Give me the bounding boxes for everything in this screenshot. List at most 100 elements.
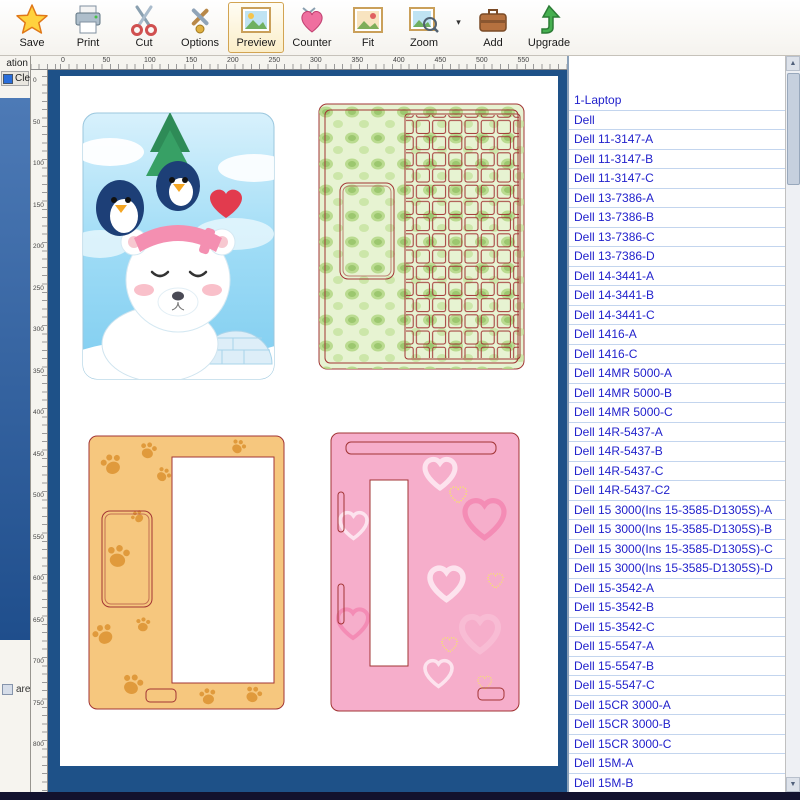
model-list-item[interactable]: Dell 15-3542-A <box>569 579 785 599</box>
model-list-item[interactable]: Dell 14R-5437-C <box>569 462 785 482</box>
model-list-item[interactable]: Dell <box>569 111 785 131</box>
vertical-ruler-label: 400 <box>31 409 47 451</box>
fit-label: Fit <box>362 37 374 50</box>
vertical-ruler-label: 450 <box>31 451 47 493</box>
taskbar-strip <box>0 792 800 800</box>
scissors-icon <box>127 3 161 37</box>
scroll-up-button[interactable]: ▲ <box>786 56 800 71</box>
counter-button[interactable]: Counter <box>284 2 340 53</box>
fit-button[interactable]: Fit <box>340 2 396 53</box>
model-list-item[interactable]: Dell 13-7386-D <box>569 247 785 267</box>
scroll-down-button[interactable]: ▼ <box>786 777 800 792</box>
horizontal-ruler-label: 50 <box>103 56 145 69</box>
toolbar: Save Print Cut Options Preview <box>0 0 800 56</box>
model-list-item[interactable]: Dell 14MR 5000-B <box>569 384 785 404</box>
color-swatch-icon <box>3 74 13 84</box>
horizontal-ruler-label: 500 <box>476 56 518 69</box>
save-button[interactable]: Save <box>4 2 60 53</box>
model-list-item[interactable]: Dell 11-3147-A <box>569 130 785 150</box>
counter-label: Counter <box>292 37 331 50</box>
model-list-panel: 1-Laptop Dell Dell 11-3147-A Dell 11-314… <box>567 56 785 792</box>
model-list-item[interactable]: Dell 15 3000(Ins 15-3585-D1305S)-C <box>569 540 785 560</box>
template-pink-hearts-skin[interactable] <box>330 432 520 712</box>
upgrade-arrow-icon <box>532 3 566 37</box>
horizontal-ruler-label: 150 <box>186 56 228 69</box>
list-scrollbar[interactable]: ▲ ▼ <box>785 56 800 792</box>
model-list-item[interactable]: Dell 14R-5437-B <box>569 442 785 462</box>
model-list-item[interactable]: Dell 15-5547-B <box>569 657 785 677</box>
model-list-item[interactable]: Dell 1416-C <box>569 345 785 365</box>
design-canvas[interactable] <box>48 70 567 792</box>
left-panel-bottom-label: are <box>16 684 30 695</box>
vertical-ruler-label: 300 <box>31 326 47 368</box>
zoom-dropdown-arrow[interactable]: ▾ <box>452 2 465 42</box>
zoom-magnifier-icon <box>407 3 441 37</box>
vertical-ruler-label: 200 <box>31 243 47 285</box>
print-button[interactable]: Print <box>60 2 116 53</box>
model-list-item[interactable]: Dell 11-3147-B <box>569 150 785 170</box>
model-list-item[interactable]: Dell 1416-A <box>569 325 785 345</box>
options-button[interactable]: Options <box>172 2 228 53</box>
vertical-ruler-label: 0 <box>31 77 47 119</box>
model-list-item[interactable]: Dell 14R-5437-C2 <box>569 481 785 501</box>
template-polar-bear-skin[interactable] <box>82 112 275 380</box>
model-list-item[interactable]: Dell 13-7386-A <box>569 189 785 209</box>
template-green-keyboard-skin[interactable] <box>318 103 525 370</box>
model-list-item[interactable]: Dell 14MR 5000-A <box>569 364 785 384</box>
zoom-label: Zoom <box>410 37 438 50</box>
left-panel-bottom-item[interactable]: are <box>2 684 30 695</box>
model-list-item[interactable]: Dell 15CR 3000-B <box>569 715 785 735</box>
model-list-item[interactable]: Dell 15-3542-B <box>569 598 785 618</box>
clear-button[interactable]: Clear <box>1 71 29 86</box>
horizontal-ruler: 050100150200250300350400450500550 <box>31 56 567 70</box>
laptop-model-list: 1-Laptop Dell Dell 11-3147-A Dell 11-314… <box>569 56 785 792</box>
model-list-item[interactable]: Dell 14R-5437-A <box>569 423 785 443</box>
scissors-heart-icon <box>295 3 329 37</box>
model-list-item[interactable]: Dell 15M-A <box>569 754 785 774</box>
vertical-ruler-label: 150 <box>31 202 47 244</box>
model-list-item[interactable]: Dell 14MR 5000-C <box>569 403 785 423</box>
template-orange-paw-skin[interactable] <box>88 435 285 710</box>
horizontal-ruler-label: 400 <box>393 56 435 69</box>
model-list-item[interactable]: Dell 15-3542-C <box>569 618 785 638</box>
horizontal-ruler-label: 450 <box>435 56 477 69</box>
fit-picture-icon <box>351 3 385 37</box>
model-list-item[interactable]: Dell 15 3000(Ins 15-3585-D1305S)-A <box>569 501 785 521</box>
vertical-ruler-label: 250 <box>31 285 47 327</box>
model-list-item[interactable]: Dell 15CR 3000-A <box>569 696 785 716</box>
cut-button[interactable]: Cut <box>116 2 172 53</box>
model-list-item[interactable]: Dell 13-7386-C <box>569 228 785 248</box>
left-panel-blue-pane[interactable] <box>0 98 30 640</box>
horizontal-ruler-label: 550 <box>518 56 560 69</box>
vertical-ruler-label: 600 <box>31 575 47 617</box>
vertical-ruler: 0501001502002503003504004505005506006507… <box>31 70 48 792</box>
save-label: Save <box>19 37 44 50</box>
cut-label: Cut <box>135 37 152 50</box>
preview-button[interactable]: Preview <box>228 2 284 53</box>
add-button[interactable]: Add <box>465 2 521 53</box>
horizontal-ruler-label: 200 <box>227 56 269 69</box>
model-list-item[interactable]: 1-Laptop <box>569 91 785 111</box>
vertical-ruler-label: 100 <box>31 160 47 202</box>
vertical-ruler-label: 650 <box>31 617 47 659</box>
model-list-item[interactable]: Dell 15M-B <box>569 774 785 793</box>
model-list-item[interactable]: Dell 11-3147-C <box>569 169 785 189</box>
model-list-item[interactable]: Dell 14-3441-C <box>569 306 785 326</box>
model-list-item[interactable]: Dell 15-5547-C <box>569 676 785 696</box>
upgrade-label: Upgrade <box>528 37 570 50</box>
share-mini-icon <box>2 684 13 695</box>
vertical-ruler-label: 50 <box>31 119 47 161</box>
left-panel-truncated: ation Clear are <box>0 56 31 792</box>
model-list-item[interactable]: Dell 15CR 3000-C <box>569 735 785 755</box>
model-list-item[interactable]: Dell 15-5547-A <box>569 637 785 657</box>
model-list-item[interactable]: Dell 13-7386-B <box>569 208 785 228</box>
scrollbar-thumb[interactable] <box>787 73 800 185</box>
zoom-button[interactable]: Zoom <box>396 2 452 53</box>
horizontal-ruler-label: 100 <box>144 56 186 69</box>
model-list-item[interactable]: Dell 14-3441-A <box>569 267 785 287</box>
left-panel-truncated-label: ation <box>0 56 30 69</box>
model-list-item[interactable]: Dell 15 3000(Ins 15-3585-D1305S)-D <box>569 559 785 579</box>
upgrade-button[interactable]: Upgrade <box>521 2 577 53</box>
model-list-item[interactable]: Dell 14-3441-B <box>569 286 785 306</box>
model-list-item[interactable]: Dell 15 3000(Ins 15-3585-D1305S)-B <box>569 520 785 540</box>
